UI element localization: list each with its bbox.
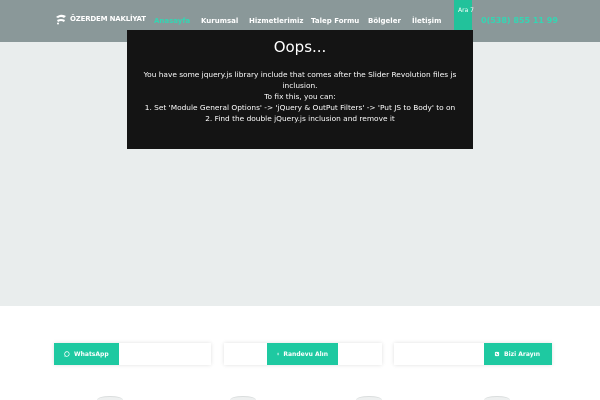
whatsapp-label: WhatsApp xyxy=(74,350,109,358)
randevu-button[interactable]: Randevu Alın xyxy=(267,343,338,365)
error-line-1: You have some jquery.js library include … xyxy=(143,70,457,90)
service-icon-circle xyxy=(230,396,256,400)
service-icon-circle xyxy=(356,396,382,400)
whatsapp-icon xyxy=(64,351,70,357)
nav-item-bolgeler[interactable]: Bölgeler xyxy=(368,17,401,25)
nav-item-kurumsal[interactable]: Kurumsal xyxy=(201,17,238,25)
nav-item-anasayfa[interactable]: Anasayfa xyxy=(154,17,190,25)
bizi-ara-button[interactable]: Bizi Arayın xyxy=(484,343,552,365)
bizi-ara-card: Bizi Arayın xyxy=(394,343,552,365)
document-icon xyxy=(277,352,280,356)
call-label[interactable]: Ara 7 xyxy=(458,7,474,14)
randevu-label: Randevu Alın xyxy=(283,350,328,358)
nav-item-hizmetlerimiz[interactable]: Hizmetlerimiz xyxy=(249,17,304,25)
randevu-card: Randevu Alın xyxy=(224,343,382,365)
phone-icon xyxy=(494,351,500,357)
slider-error-box: Oops... You have some jquery.js library … xyxy=(127,30,473,149)
service-icon-circle xyxy=(484,396,510,400)
whatsapp-button[interactable]: WhatsApp xyxy=(54,343,119,365)
nav-item-iletisim[interactable]: İletişim xyxy=(412,17,441,25)
service-icon-circle xyxy=(97,396,123,400)
error-message: You have some jquery.js library include … xyxy=(127,69,473,124)
partial-icons-row xyxy=(0,396,600,400)
error-title: Oops... xyxy=(273,38,327,56)
error-line-2: To fix this, you can: xyxy=(264,92,336,101)
nav-item-talep-formu[interactable]: Talep Formu xyxy=(311,17,359,25)
error-line-4: 2. Find the double jQuery.js inclusion a… xyxy=(205,114,395,123)
bizi-ara-label: Bizi Arayın xyxy=(504,350,540,358)
phone-number[interactable]: 0(538) 855 11 99 xyxy=(481,16,558,25)
error-line-3: 1. Set 'Module General Options' -> 'jQue… xyxy=(144,103,456,112)
whatsapp-card: WhatsApp xyxy=(54,343,211,365)
